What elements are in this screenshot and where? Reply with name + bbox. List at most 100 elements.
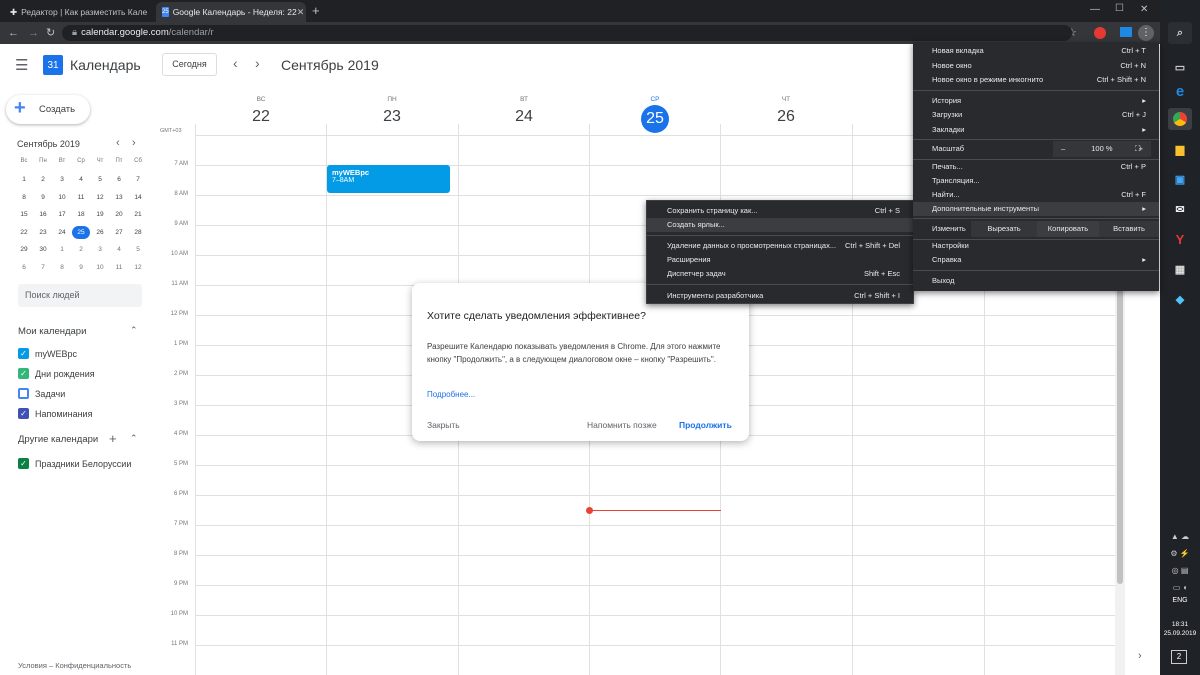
mini-day[interactable]: 4 <box>110 246 128 253</box>
menu-new-window[interactable]: Новое окно Ctrl + N <box>913 59 1159 73</box>
mini-day[interactable]: 18 <box>72 211 90 218</box>
search-icon[interactable]: ⌕ <box>1168 22 1192 44</box>
day-number[interactable]: 22 <box>231 108 291 126</box>
language-indicator[interactable]: ENG <box>1160 597 1200 604</box>
mini-day[interactable]: 14 <box>129 194 147 201</box>
calendar-checkbox[interactable]: ✓ <box>18 368 29 379</box>
calendar-event[interactable]: myWEBpc 7–8AM <box>327 165 450 193</box>
mini-day[interactable]: 21 <box>129 211 147 218</box>
calendar-label[interactable]: Дни рождения <box>35 369 95 379</box>
tray-icons[interactable]: ▲ ☁ ⚙ ⚡ ◎ ▤ ▭ ◖ <box>1164 528 1196 596</box>
menu-bookmarks[interactable]: Закладки ▸ <box>913 123 1159 137</box>
mini-day[interactable]: 13 <box>110 194 128 201</box>
prev-week-icon[interactable]: ‹ <box>233 55 238 71</box>
mini-day[interactable]: 30 <box>34 246 52 253</box>
mini-day[interactable]: 27 <box>110 229 128 236</box>
my-calendars-title[interactable]: Мои календари <box>18 326 86 337</box>
address-bar[interactable]: 🔒︎ calendar.google.com/calendar/r <box>62 25 1072 41</box>
menu-clear-data[interactable]: Удаление данных о просмотренных страница… <box>647 239 913 253</box>
close-dialog-button[interactable]: Закрыть <box>427 420 460 430</box>
menu-find[interactable]: Найти... Ctrl + F <box>913 188 1159 202</box>
edge-icon[interactable]: e <box>1168 80 1192 102</box>
mini-day[interactable]: 2 <box>72 246 90 253</box>
store-icon[interactable]: ▣ <box>1168 168 1192 190</box>
day-number[interactable]: 26 <box>756 108 816 126</box>
mini-day[interactable]: 22 <box>15 229 33 236</box>
mini-day[interactable]: 11 <box>72 194 90 201</box>
menu-dev-tools[interactable]: Инструменты разработчика Ctrl + Shift + I <box>647 289 913 303</box>
close-window-button[interactable]: ✕ <box>1140 4 1148 15</box>
maximize-button[interactable]: ☐ <box>1115 3 1124 14</box>
chrome-menu-icon[interactable]: ⋮ <box>1138 25 1154 41</box>
task-view-icon[interactable]: ▭ <box>1168 56 1192 78</box>
mini-day[interactable]: 23 <box>34 229 52 236</box>
mini-day[interactable]: 5 <box>129 246 147 253</box>
tab-editor[interactable]: ✚ Редактор | Как разместить Кале <box>4 2 152 22</box>
clock-date[interactable]: 25.09.2019 <box>1160 630 1200 637</box>
menu-extensions[interactable]: Расширения <box>647 253 913 267</box>
menu-help[interactable]: Справка ▸ <box>913 253 1159 267</box>
app-icon[interactable]: ◆ <box>1168 288 1192 310</box>
clock-time[interactable]: 18:31 <box>1160 621 1200 628</box>
menu-new-tab[interactable]: Новая вкладка Ctrl + T <box>913 44 1159 58</box>
cut-button[interactable]: Вырезать <box>971 221 1037 237</box>
mini-day[interactable]: 17 <box>53 211 71 218</box>
calendar-label[interactable]: myWEBpc <box>35 349 77 359</box>
extension-icon[interactable] <box>1120 27 1132 37</box>
next-week-icon[interactable]: › <box>255 55 260 71</box>
calendar-checkbox[interactable]: ✓ <box>18 458 29 469</box>
fullscreen-icon[interactable]: ⛶ <box>1135 141 1140 157</box>
mini-day[interactable]: 11 <box>110 264 128 271</box>
extension-icon[interactable] <box>1094 27 1106 39</box>
calendar-label[interactable]: Праздники Белоруссии <box>35 459 131 469</box>
mini-day[interactable]: 16 <box>34 211 52 218</box>
copy-button[interactable]: Копировать <box>1037 221 1099 237</box>
forward-icon[interactable]: → <box>28 22 39 44</box>
remind-later-button[interactable]: Напомнить позже <box>587 420 657 430</box>
tab-calendar[interactable]: 25 Google Календарь - Неделя: 22 ✕ <box>156 2 306 22</box>
calendar-checkbox[interactable] <box>18 388 29 399</box>
other-calendars-title[interactable]: Другие календари <box>18 434 98 445</box>
mini-day[interactable]: 7 <box>34 264 52 271</box>
mini-day[interactable]: 8 <box>15 194 33 201</box>
mini-day[interactable]: 12 <box>91 194 109 201</box>
reload-icon[interactable]: ↻ <box>46 22 55 44</box>
mini-day[interactable]: 8 <box>53 264 71 271</box>
menu-more-tools[interactable]: Дополнительные инструменты ▸ <box>913 202 1159 216</box>
mini-day[interactable]: 9 <box>72 264 90 271</box>
chrome-icon[interactable] <box>1168 108 1192 130</box>
menu-print[interactable]: Печать... Ctrl + P <box>913 160 1159 174</box>
continue-button[interactable]: Продолжить <box>679 420 732 430</box>
back-icon[interactable]: ← <box>8 22 19 44</box>
mini-day[interactable]: 29 <box>15 246 33 253</box>
folder-icon[interactable]: ▆ <box>1168 138 1192 160</box>
close-tab-icon[interactable]: ✕ <box>297 7 305 18</box>
zoom-out-button[interactable]: – <box>1061 141 1065 157</box>
menu-exit[interactable]: Выход <box>913 274 1159 288</box>
calendar-label[interactable]: Напоминания <box>35 409 92 419</box>
mini-day[interactable]: 24 <box>53 229 71 236</box>
notification-icon[interactable]: 2 <box>1171 650 1187 664</box>
mini-day[interactable]: 6 <box>15 264 33 271</box>
mini-day[interactable]: 26 <box>91 229 109 236</box>
yandex-icon[interactable]: Y <box>1168 228 1192 250</box>
mini-day[interactable]: 6 <box>110 176 128 183</box>
menu-task-manager[interactable]: Диспетчер задач Shift + Esc <box>647 267 913 281</box>
menu-settings[interactable]: Настройки <box>913 239 1159 253</box>
mini-day[interactable]: 12 <box>129 264 147 271</box>
day-number[interactable]: 23 <box>362 108 422 126</box>
menu-incognito[interactable]: Новое окно в режиме инкогнито Ctrl + Shif… <box>913 73 1159 87</box>
new-tab-button[interactable]: + <box>312 3 320 18</box>
menu-downloads[interactable]: Загрузки Ctrl + J <box>913 108 1159 122</box>
add-calendar-icon[interactable]: + <box>109 431 117 446</box>
mini-day[interactable]: 7 <box>129 176 147 183</box>
more-info-link[interactable]: Подробнее... <box>427 390 475 399</box>
scrollbar-thumb[interactable] <box>1117 284 1123 584</box>
mini-day[interactable]: 25 <box>72 225 90 239</box>
mini-day[interactable]: 4 <box>72 176 90 183</box>
calendar-checkbox[interactable]: ✓ <box>18 348 29 359</box>
mini-day[interactable]: 2 <box>34 176 52 183</box>
menu-save-page[interactable]: Сохранить страницу как... Ctrl + S <box>647 204 913 218</box>
calculator-icon[interactable]: ▦ <box>1168 258 1192 280</box>
hamburger-menu-icon[interactable]: ☰ <box>15 56 28 74</box>
